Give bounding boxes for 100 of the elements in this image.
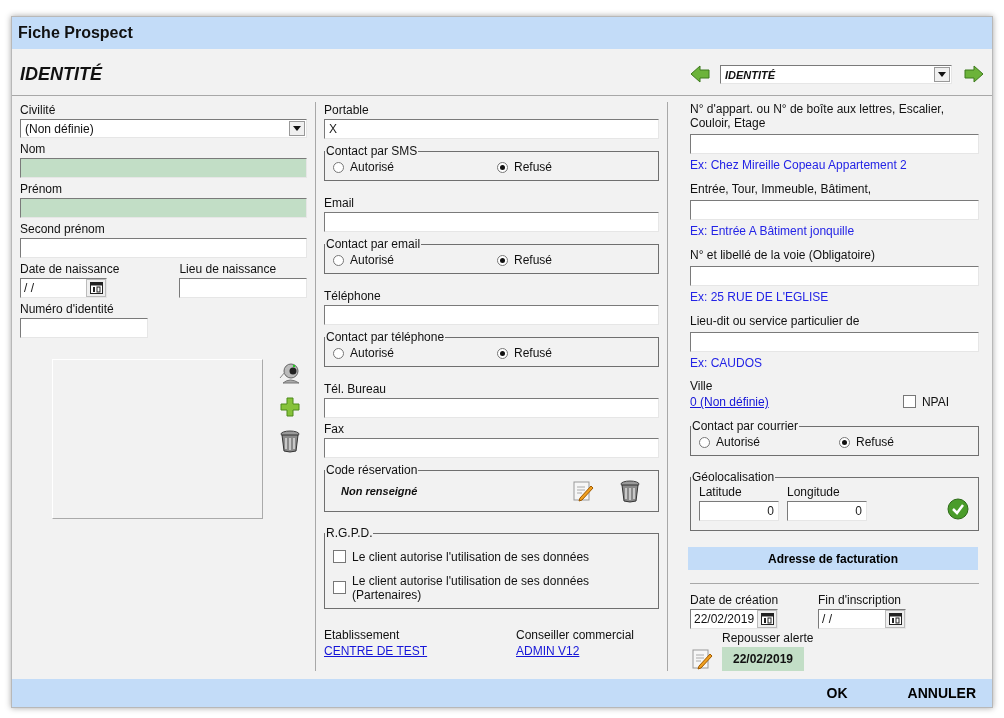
plus-icon (280, 397, 300, 418)
date-field[interactable]: / / (818, 609, 906, 630)
reservation-status: Non renseigné (340, 485, 419, 498)
field-label: Entrée, Tour, Immeuble, Bâtiment, (690, 182, 873, 197)
field-label: Email (324, 195, 355, 213)
add-button[interactable] (278, 395, 302, 420)
radio-label[interactable]: Autorisé (716, 435, 761, 450)
calendar-icon (89, 282, 103, 295)
group-label: Contact par email (325, 237, 422, 252)
billing-address-button[interactable]: Adresse de facturation (688, 547, 978, 571)
text-field[interactable] (690, 332, 979, 353)
webcam-icon (279, 362, 301, 385)
text-field[interactable] (690, 134, 979, 155)
value-link[interactable]: ADMIN V12 (516, 644, 635, 659)
example-hint: Ex: Chez Mireille Copeau Appartement 2 (690, 158, 908, 174)
radio-label[interactable]: Refusé (856, 435, 895, 450)
delete-button[interactable] (618, 479, 642, 504)
example-hint: Ex: CAUDOS (690, 356, 763, 372)
checkbox[interactable]: NPAI (902, 395, 949, 410)
radio-label[interactable]: Refusé (514, 160, 553, 175)
validate-button[interactable] (946, 497, 970, 522)
text-field[interactable] (324, 305, 659, 326)
field-label: Date de création (690, 592, 780, 610)
radio-label[interactable]: Autorisé (350, 253, 395, 268)
radio-button[interactable] (333, 161, 344, 173)
text-field[interactable] (324, 212, 659, 233)
radio-label[interactable]: Autorisé (350, 160, 395, 175)
field-label: Lieu de naissance (179, 261, 278, 279)
check-icon (947, 498, 969, 521)
window-title: Fiche Prospect (12, 17, 992, 49)
field-label: Prénom (20, 181, 64, 199)
radio-button[interactable] (497, 254, 508, 266)
text-field[interactable] (20, 198, 307, 219)
field-label: Nom (20, 141, 47, 159)
radio-button[interactable] (497, 161, 508, 173)
field-label: Lieu-dit ou service particulier de (690, 314, 861, 329)
field-label: Second prénom (20, 221, 106, 239)
delete-button[interactable] (278, 429, 302, 454)
group-label: Code réservation (325, 463, 419, 478)
radio-button[interactable] (333, 347, 344, 359)
previous-button[interactable] (690, 65, 710, 85)
calendar-icon (888, 613, 902, 626)
section-title: IDENTITÉ (20, 64, 104, 86)
group-label: R.G.P.D. (325, 526, 374, 541)
radio-label[interactable]: Refusé (514, 346, 553, 361)
civility-select[interactable]: (Non définie) (20, 119, 307, 139)
radio-button[interactable] (333, 254, 344, 266)
calendar-icon (760, 613, 774, 626)
edit-icon (572, 480, 594, 503)
calendar-button[interactable] (885, 610, 905, 629)
field-label: Numéro d'identité (20, 301, 115, 319)
field-label: Civilité (20, 102, 57, 120)
date-field[interactable]: / / (20, 278, 107, 299)
date-field[interactable]: 22/02/2019 (690, 609, 778, 630)
dialog-button[interactable]: ANNULER (847, 685, 976, 702)
field-label: Fin d'inscription (818, 592, 902, 610)
group-label: Géolocalisation (691, 470, 776, 485)
alert-date: 22/02/2019 (722, 647, 804, 672)
field-label: Date de naissance (20, 261, 121, 279)
radio-button[interactable] (839, 436, 850, 448)
field-label: Portable (324, 102, 370, 120)
checkbox[interactable]: Le client autorise l'utilisation de ses données (333, 550, 650, 565)
next-button[interactable] (964, 65, 984, 85)
text-field[interactable] (20, 158, 307, 179)
field-label: Etablissement (324, 627, 401, 645)
text-field[interactable] (324, 398, 659, 419)
number-field[interactable]: 0 (699, 501, 779, 522)
section-select[interactable]: IDENTITÉ (720, 65, 952, 85)
dialog-button[interactable]: OK (766, 685, 848, 702)
calendar-button[interactable] (757, 610, 777, 629)
text-field[interactable] (690, 200, 979, 221)
webcam-button[interactable] (278, 361, 302, 386)
back-arrow-icon (690, 65, 710, 83)
text-field[interactable] (690, 266, 979, 287)
city-link[interactable]: 0 (Non définie) (690, 395, 903, 410)
field-label: Téléphone (324, 288, 382, 306)
group-label: Contact par courrier (691, 419, 800, 434)
radio-button[interactable] (699, 436, 710, 448)
field-label: Repousser alerte (722, 630, 814, 648)
edit-button[interactable] (571, 479, 595, 504)
radio-label[interactable]: Autorisé (350, 346, 395, 361)
caret-icon (938, 72, 946, 78)
forward-arrow-icon (964, 65, 984, 83)
number-field[interactable]: 0 (787, 501, 867, 522)
value-link[interactable]: CENTRE DE TEST (324, 644, 516, 659)
text-field[interactable] (20, 238, 307, 259)
text-field[interactable] (179, 278, 307, 299)
text-field[interactable] (20, 318, 148, 339)
field-label: N° et libellé de la voie (Obligatoire) (690, 248, 876, 263)
calendar-button[interactable] (86, 279, 106, 298)
radio-label[interactable]: Refusé (514, 253, 553, 268)
text-field[interactable] (324, 438, 659, 459)
checkbox[interactable]: Le client autorise l'utilisation de ses données (Partenaires) (333, 574, 650, 603)
example-hint: Ex: Entrée A Bâtiment jonquille (690, 224, 856, 240)
field-label: Ville (690, 378, 714, 396)
radio-button[interactable] (497, 347, 508, 359)
edit-button[interactable] (690, 647, 714, 672)
field-label: Conseiller commercial (516, 627, 635, 645)
text-field[interactable]: X (324, 119, 659, 140)
group-label: Contact par téléphone (325, 330, 446, 345)
